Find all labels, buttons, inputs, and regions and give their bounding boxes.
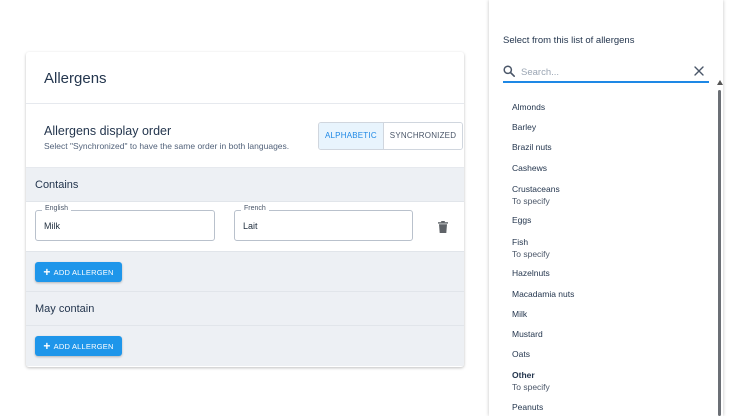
may-contain-label: May contain (35, 303, 95, 315)
allergens-card: Allergens Allergens display order Select… (26, 52, 464, 367)
add-allergen-label: ADD ALLERGEN (53, 267, 114, 277)
close-icon[interactable] (694, 66, 704, 76)
list-item[interactable]: Mustard (512, 329, 543, 339)
english-field-label: English (42, 205, 71, 212)
allergen-list-panel: Select from this list of allergens Almon… (489, 0, 723, 416)
list-item[interactable]: Oats (512, 349, 530, 359)
french-field-label: French (241, 205, 269, 212)
display-order-subtitle: Select "Synchronized" to have the same o… (44, 141, 290, 151)
plus-icon: + (43, 265, 51, 279)
list-item[interactable]: Brazil nuts (512, 142, 552, 152)
card-header: Allergens (26, 52, 464, 104)
list-item[interactable]: Fish To specify (512, 237, 550, 259)
plus-icon: + (43, 339, 51, 353)
list-item[interactable]: Hazelnuts (512, 268, 550, 278)
display-order-row: Allergens display order Select "Synchron… (26, 104, 464, 168)
list-item[interactable]: Peanuts (512, 402, 543, 412)
display-order-toggle: ALPHABETIC SYNCHRONIZED (318, 122, 464, 150)
list-item[interactable]: Milk (512, 309, 527, 319)
may-contain-section-header: May contain (26, 292, 464, 326)
contains-section-header: Contains (26, 168, 464, 202)
search-input[interactable] (521, 64, 686, 80)
list-item[interactable]: Barley (512, 122, 536, 132)
add-allergen-button-may-contain[interactable]: + ADD ALLERGEN (35, 336, 122, 356)
contains-actions: + ADD ALLERGEN (26, 252, 464, 292)
list-item[interactable]: Macadamia nuts (512, 289, 574, 299)
scrollbar[interactable] (718, 90, 721, 416)
list-item-sub: To specify (512, 249, 550, 259)
search-icon (503, 65, 515, 77)
panel-title: Select from this list of allergens (503, 35, 635, 46)
list-item[interactable]: Other To specify (512, 370, 550, 392)
list-item[interactable]: Almonds (512, 102, 545, 112)
may-contain-actions: + ADD ALLERGEN (26, 326, 464, 366)
list-item-sub: To specify (512, 382, 550, 392)
english-field-value[interactable]: Milk (44, 221, 60, 231)
list-item-sub: To specify (512, 196, 550, 206)
card-title: Allergens (44, 70, 107, 87)
trash-icon[interactable] (438, 221, 448, 233)
english-field[interactable]: English Milk (35, 205, 215, 241)
contains-label: Contains (35, 179, 79, 191)
allergen-row: English Milk French Lait (26, 202, 464, 252)
list-item[interactable]: Eggs (512, 215, 531, 225)
add-allergen-label: ADD ALLERGEN (53, 341, 114, 351)
scroll-up-arrow[interactable] (717, 80, 723, 85)
french-field[interactable]: French Lait (234, 205, 413, 241)
list-item[interactable]: Cashews (512, 163, 547, 173)
display-order-title: Allergens display order (44, 124, 172, 138)
search-bar (503, 63, 709, 83)
french-field-value[interactable]: Lait (243, 221, 258, 231)
list-item[interactable]: Crustaceans To specify (512, 184, 560, 206)
add-allergen-button-contains[interactable]: + ADD ALLERGEN (35, 262, 122, 282)
toggle-alphabetic[interactable]: ALPHABETIC (319, 123, 384, 149)
toggle-synchronized[interactable]: SYNCHRONIZED (383, 123, 463, 149)
